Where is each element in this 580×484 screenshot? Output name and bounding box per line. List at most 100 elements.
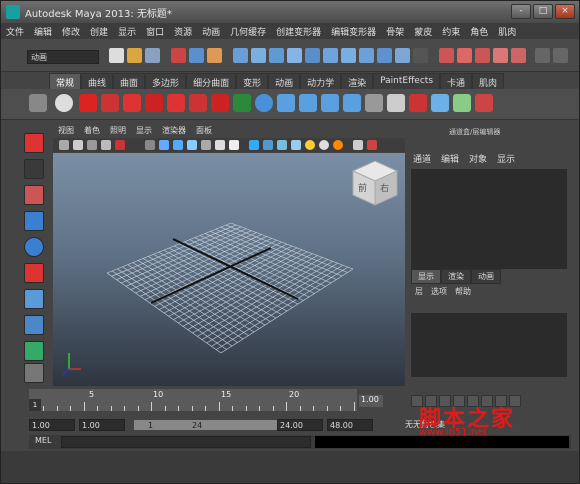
shelf-tab-surfaces[interactable]: 曲面 — [113, 73, 146, 90]
show-channel-box-icon[interactable] — [493, 48, 508, 63]
layer-menu-options[interactable]: 选项 — [431, 286, 447, 297]
2d-pan-icon[interactable] — [115, 140, 125, 150]
shelf-tab-toon[interactable]: 卡通 — [440, 73, 473, 90]
layer-tab-render[interactable]: 渲染 — [441, 269, 471, 284]
channel-menu-show[interactable]: 显示 — [497, 152, 515, 165]
sphere-material-icon[interactable] — [431, 94, 449, 112]
menu-character[interactable]: 角色 — [465, 23, 493, 39]
menu-create[interactable]: 创建 — [85, 23, 113, 39]
shelf-tab-animation[interactable]: 动画 — [268, 73, 301, 90]
maximize-button[interactable]: □ — [533, 4, 553, 19]
move-tool-icon[interactable] — [24, 211, 44, 231]
history-icon[interactable] — [305, 48, 320, 63]
snap-grid-icon[interactable] — [233, 48, 248, 63]
view-cube[interactable]: 前 右 — [351, 160, 399, 206]
current-frame-field[interactable]: 1.00 — [359, 395, 383, 407]
mel-script-icon[interactable] — [211, 94, 229, 112]
resolution-gate-icon[interactable] — [173, 140, 183, 150]
rotate-tool-icon[interactable] — [24, 237, 44, 257]
select-object-icon[interactable] — [189, 48, 204, 63]
textured-icon[interactable] — [291, 140, 301, 150]
camera-icon[interactable] — [59, 140, 69, 150]
gate-mask-icon[interactable] — [187, 140, 197, 150]
menu-edit-deformers[interactable]: 编辑变形器 — [326, 23, 381, 39]
viewport-menu-panels[interactable]: 面板 — [191, 125, 217, 137]
channel-menu-channels[interactable]: 通道 — [413, 152, 431, 165]
menu-geometry-cache[interactable]: 几何缓存 — [225, 23, 271, 39]
shelf-tab-subdivs[interactable]: 细分曲面 — [186, 73, 237, 90]
film-gate-icon[interactable] — [159, 140, 169, 150]
shelf-tab-polygons[interactable]: 多边形 — [145, 73, 187, 90]
menu-create-deformers[interactable]: 创建变形器 — [271, 23, 326, 39]
viewport-menu-view[interactable]: 视图 — [53, 125, 79, 137]
perspective-viewport[interactable]: 前 右 — [53, 153, 405, 386]
lights-icon[interactable] — [305, 140, 315, 150]
mel-label[interactable]: MEL — [35, 436, 51, 445]
construction-history-icon[interactable] — [323, 48, 338, 63]
mel-script-icon[interactable] — [123, 94, 141, 112]
shadows-icon[interactable] — [319, 140, 329, 150]
menu-assets[interactable]: 资源 — [169, 23, 197, 39]
paint-select-tool-icon[interactable] — [24, 185, 44, 205]
menu-file[interactable]: 文件 — [1, 23, 29, 39]
safe-action-icon[interactable] — [215, 140, 225, 150]
animation-end-field[interactable]: 48.00 — [327, 419, 373, 431]
shelf-tab-muscle[interactable]: 肌肉 — [472, 73, 505, 90]
snap-magnet-icon[interactable] — [24, 363, 44, 383]
show-layer-editor-icon[interactable] — [535, 48, 550, 63]
joint-icon[interactable] — [321, 94, 339, 112]
layer-menu-help[interactable]: 帮助 — [455, 286, 471, 297]
help-icon[interactable] — [395, 48, 410, 63]
mel-input[interactable] — [61, 436, 311, 448]
grid-toggle-icon[interactable] — [145, 140, 155, 150]
hypershade-icon[interactable] — [413, 48, 428, 63]
layout-single-icon[interactable] — [24, 315, 44, 335]
snap-point-icon[interactable] — [269, 48, 284, 63]
scale-tool-icon[interactable] — [24, 263, 44, 283]
channel-menu-edit[interactable]: 编辑 — [441, 152, 459, 165]
render-current-icon[interactable] — [341, 48, 356, 63]
menu-skin[interactable]: 蒙皮 — [409, 23, 437, 39]
film-reel-icon[interactable] — [55, 94, 73, 112]
menu-display[interactable]: 显示 — [113, 23, 141, 39]
brush-icon[interactable] — [475, 94, 493, 112]
menu-edit[interactable]: 编辑 — [29, 23, 57, 39]
open-scene-icon[interactable] — [127, 48, 142, 63]
mel-script-icon[interactable] — [101, 94, 119, 112]
ipr-render-icon[interactable] — [359, 48, 374, 63]
viewport-menu-show[interactable]: 显示 — [131, 125, 157, 137]
shelf-menu-icon[interactable] — [29, 94, 47, 112]
field-chart-icon[interactable] — [201, 140, 211, 150]
joint-icon[interactable] — [343, 94, 361, 112]
joint-icon[interactable] — [299, 94, 317, 112]
layout-four-icon[interactable] — [24, 341, 44, 361]
viewport-menu-renderer[interactable]: 渲染器 — [157, 125, 191, 137]
animation-start-field[interactable]: 1.00 — [29, 419, 75, 431]
wireframe-on-shaded-icon[interactable] — [277, 140, 287, 150]
shelf-tab-painteffects[interactable]: PaintEffects — [373, 73, 441, 90]
wireframe-icon[interactable] — [249, 140, 259, 150]
layer-menu-layers[interactable]: 层 — [415, 286, 423, 297]
grid-icon[interactable] — [365, 94, 383, 112]
isolate-select-icon[interactable] — [353, 140, 363, 150]
joint-icon[interactable] — [277, 94, 295, 112]
green-tool-icon[interactable] — [233, 94, 251, 112]
mel-script-icon[interactable] — [189, 94, 207, 112]
menu-skeleton[interactable]: 骨架 — [381, 23, 409, 39]
shelf-tab-general[interactable]: 常规 — [49, 73, 82, 90]
menu-constrain[interactable]: 约束 — [437, 23, 465, 39]
mel-script-icon[interactable] — [167, 94, 185, 112]
select-hierarchy-icon[interactable] — [171, 48, 186, 63]
menu-animate[interactable]: 动画 — [197, 23, 225, 39]
menu-set-selector[interactable]: 动画 — [27, 50, 99, 64]
show-modeling-toolkit-icon[interactable] — [511, 48, 526, 63]
show-outliner-icon[interactable] — [439, 48, 454, 63]
mel-script-icon[interactable] — [145, 94, 163, 112]
render-view-icon[interactable] — [333, 140, 343, 150]
question-icon[interactable] — [79, 94, 97, 112]
select-tool-icon[interactable] — [24, 133, 44, 153]
playback-end-field[interactable]: 24.00 — [277, 419, 323, 431]
show-tool-settings-icon[interactable] — [475, 48, 490, 63]
range-bar[interactable]: 1 24 — [133, 419, 297, 431]
layer-tab-anim[interactable]: 动画 — [471, 269, 501, 284]
